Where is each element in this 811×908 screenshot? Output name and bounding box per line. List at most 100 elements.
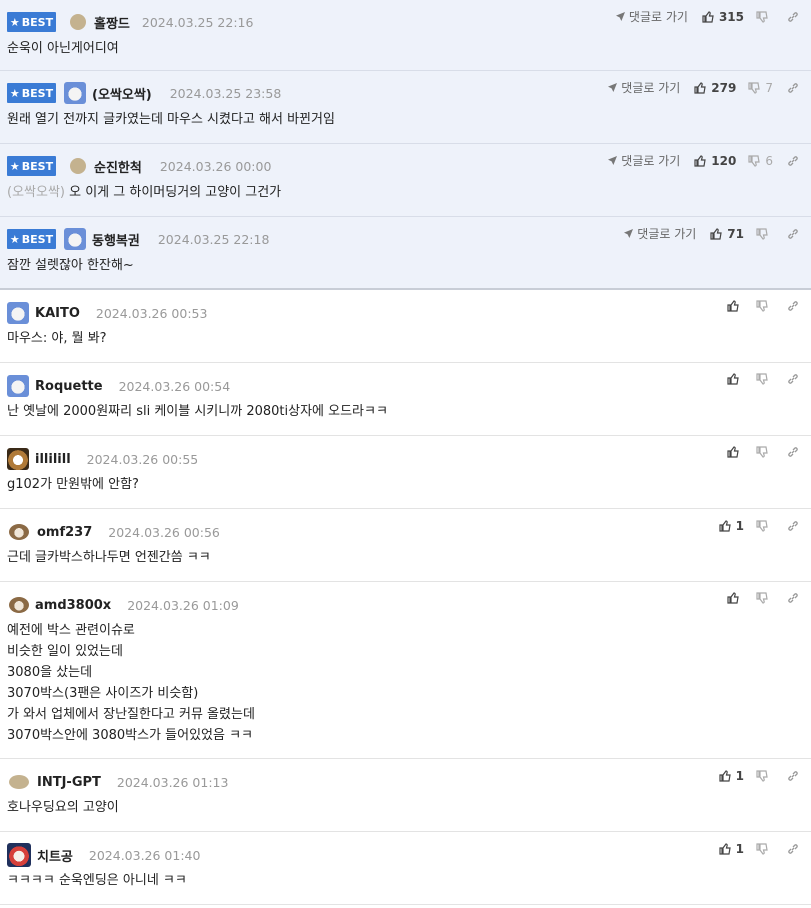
avatar[interactable] — [64, 82, 86, 104]
upvote-button[interactable]: 315 — [702, 10, 744, 24]
thumbs-up-icon — [727, 373, 739, 385]
downvote-button[interactable] — [756, 770, 773, 782]
upvote-button[interactable] — [727, 592, 744, 604]
upvote-button[interactable] — [727, 446, 744, 458]
go-to-comment-link[interactable]: 댓글로 가기 — [608, 152, 680, 169]
thumbs-up-icon — [719, 843, 731, 855]
upvote-button[interactable] — [727, 373, 744, 385]
go-to-comment-link[interactable]: 댓글로 가기 — [624, 225, 696, 242]
upvote-button[interactable]: 1 — [719, 519, 744, 533]
link-icon[interactable] — [787, 300, 799, 312]
nickname[interactable]: illilill — [35, 452, 71, 467]
comment-text: (오싹오싹) 오 이게 그 하이머딩거의 고양이 그건가 — [7, 185, 282, 200]
comment-text: 마우스: 야, 뭘 봐? — [7, 331, 107, 346]
downvote-button[interactable] — [756, 592, 773, 604]
link-icon[interactable] — [787, 446, 799, 458]
avatar[interactable] — [7, 302, 29, 324]
send-icon — [615, 12, 625, 21]
nickname[interactable]: (오싹오싹) — [92, 84, 152, 103]
upvote-button[interactable]: 1 — [719, 769, 744, 783]
nickname[interactable]: 치트공 — [37, 846, 73, 865]
thumbs-up-icon — [694, 154, 707, 167]
go-to-comment-link[interactable]: 댓글로 가기 — [608, 79, 680, 96]
timestamp: 2024.03.25 22:18 — [157, 231, 270, 247]
thumbs-down-icon — [756, 770, 768, 782]
timestamp: 2024.03.26 01:13 — [116, 774, 229, 790]
upvote-button[interactable]: 279 — [694, 81, 736, 95]
downvote-button[interactable]: 7 — [748, 81, 773, 95]
thumbs-down-icon — [756, 227, 768, 240]
comment-list: ★ BEST 홀짱드 2024.03.25 22:16 순욱이 아닌게어디여 댓글… — [0, 0, 811, 905]
downvote-button[interactable]: 6 — [748, 154, 773, 168]
avatar[interactable] — [9, 524, 29, 540]
avatar[interactable] — [70, 158, 86, 174]
thumbs-down-icon — [756, 10, 768, 23]
star-icon: ★ — [9, 232, 20, 246]
comment-text: 잠깐 설렛잖아 한잔해~ — [7, 258, 134, 273]
avatar[interactable] — [9, 775, 29, 789]
downvote-button[interactable] — [756, 300, 773, 312]
link-icon[interactable] — [787, 592, 799, 604]
downvote-button[interactable] — [756, 227, 773, 240]
comment-text: 난 옛날에 2000원짜리 sli 케이블 시키니까 2080ti상자에 오드라… — [7, 404, 388, 419]
comment: KAITO 2024.03.26 00:53 마우스: 야, 뭘 봐? — [0, 290, 811, 363]
timestamp: 2024.03.26 00:56 — [108, 524, 220, 540]
nickname[interactable]: KAITO — [35, 306, 80, 321]
link-icon[interactable] — [787, 155, 799, 167]
nickname[interactable]: 동행복권 — [92, 230, 140, 249]
upvote-button[interactable] — [727, 300, 744, 312]
timestamp: 2024.03.26 00:00 — [159, 158, 272, 174]
send-icon — [608, 83, 618, 92]
star-icon: ★ — [9, 15, 20, 29]
downvote-button[interactable] — [756, 843, 773, 855]
avatar[interactable] — [70, 14, 86, 30]
comment-line: 예전에 박스 관련이슈로 — [7, 623, 135, 638]
thumbs-up-icon — [710, 227, 723, 240]
link-icon[interactable] — [787, 843, 799, 855]
thumbs-up-icon — [727, 592, 739, 604]
comment: amd3800x 2024.03.26 01:09 예전에 박스 관련이슈로 비… — [0, 582, 811, 759]
upvote-button[interactable]: 120 — [694, 154, 736, 168]
avatar[interactable] — [9, 597, 29, 613]
downvote-button[interactable] — [756, 10, 773, 23]
comment: INTJ-GPT 2024.03.26 01:13 호나우딩요의 고양이 1 — [0, 759, 811, 832]
avatar[interactable] — [7, 843, 31, 867]
downvote-button[interactable] — [756, 520, 773, 532]
nickname[interactable]: amd3800x — [35, 598, 111, 613]
best-badge: ★ BEST — [7, 12, 56, 32]
nickname[interactable]: 순진한척 — [94, 157, 142, 176]
thumbs-up-icon — [719, 520, 731, 532]
comment: illilill 2024.03.26 00:55 g102가 만원밖에 안함? — [0, 436, 811, 509]
thumbs-down-icon — [756, 373, 768, 385]
upvote-button[interactable]: 71 — [710, 227, 744, 241]
avatar[interactable] — [64, 228, 86, 250]
best-badge: ★ BEST — [7, 83, 56, 103]
comment: Roquette 2024.03.26 00:54 난 옛날에 2000원짜리 … — [0, 363, 811, 436]
go-to-comment-link[interactable]: 댓글로 가기 — [615, 8, 688, 25]
timestamp: 2024.03.26 00:54 — [118, 378, 231, 394]
link-icon[interactable] — [787, 520, 799, 532]
nickname[interactable]: Roquette — [35, 379, 103, 394]
upvote-button[interactable]: 1 — [719, 842, 744, 856]
thumbs-down-icon — [748, 81, 761, 94]
nickname[interactable]: omf237 — [37, 525, 92, 540]
link-icon[interactable] — [787, 228, 799, 240]
downvote-button[interactable] — [756, 446, 773, 458]
reply-reference[interactable]: (오싹오싹) — [7, 185, 65, 200]
comment-line: 3070박스(3팬은 사이즈가 비슷함) — [7, 686, 199, 701]
avatar[interactable] — [7, 448, 29, 470]
thumbs-down-icon — [756, 446, 768, 458]
comment-text: 원래 열기 전까지 글카였는데 마우스 시켰다고 해서 바뀐거임 — [7, 112, 335, 127]
link-icon[interactable] — [787, 82, 799, 94]
link-icon[interactable] — [787, 373, 799, 385]
nickname[interactable]: 홀짱드 — [94, 13, 130, 32]
nickname[interactable]: INTJ-GPT — [37, 775, 101, 790]
best-comment: ★ BEST 홀짱드 2024.03.25 22:16 순욱이 아닌게어디여 댓글… — [0, 0, 811, 71]
timestamp: 2024.03.26 01:09 — [127, 597, 239, 613]
link-icon[interactable] — [787, 770, 799, 782]
comment-text: 근데 글카박스하나두면 언젠간씀 ㅋㅋ — [7, 550, 211, 565]
timestamp: 2024.03.26 00:55 — [86, 451, 199, 467]
link-icon[interactable] — [787, 11, 799, 23]
downvote-button[interactable] — [756, 373, 773, 385]
avatar[interactable] — [7, 375, 29, 397]
